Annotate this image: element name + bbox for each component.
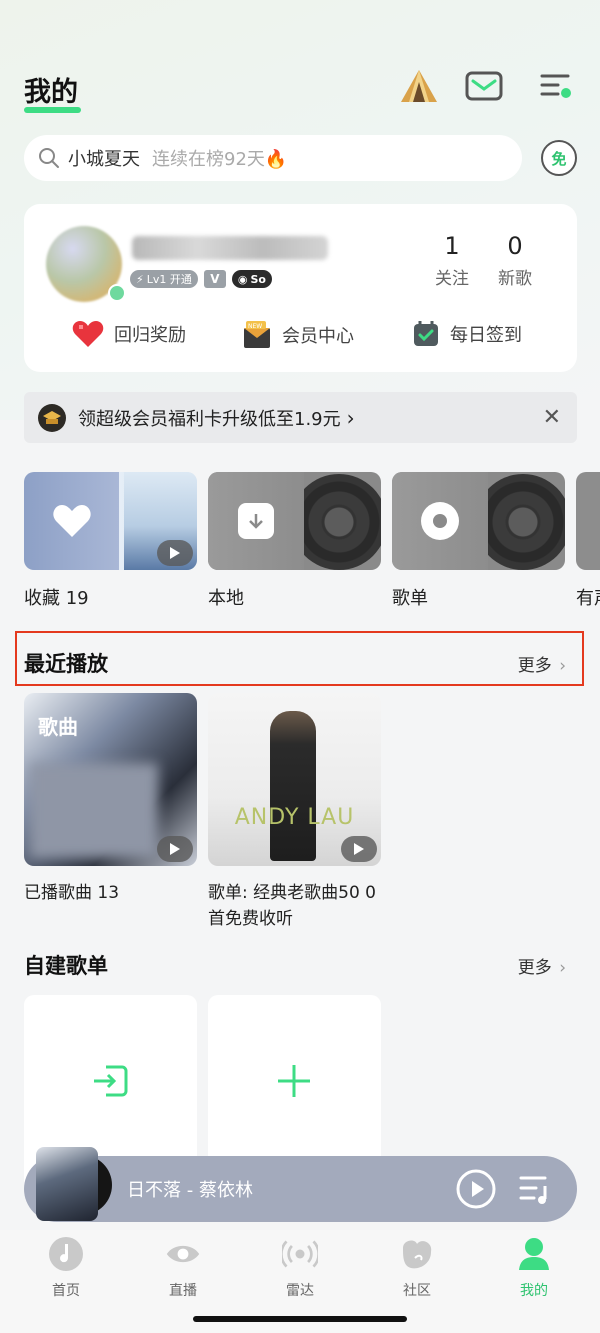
nav-mine-label: 我的 (520, 1283, 548, 1299)
lightning-icon: ⚡ (136, 272, 144, 286)
nav-community-label: 社区 (403, 1283, 431, 1299)
vip-envelope-icon: NEW (244, 321, 270, 348)
played-songs-label: 已播歌曲 13 (24, 883, 120, 903)
recent-more-label: 更多 (517, 656, 552, 676)
download-icon (238, 503, 274, 539)
blurred-cover-region (30, 763, 158, 858)
vinyl-decoration (291, 474, 381, 570)
follow-stat[interactable]: 1 关注 (422, 232, 482, 289)
playlist-queue-icon[interactable] (518, 1172, 552, 1206)
search-query: 小城夏天 (68, 149, 140, 170)
so-badge[interactable]: ◉ So (231, 270, 272, 288)
profile-card: ⚡ Lv1 开通 V ◉ So 1 关注 0 新歌 回归奖励 NEW 会员中心 (24, 204, 577, 372)
close-icon[interactable]: ✕ (543, 405, 561, 430)
vip-card-icon (38, 403, 66, 432)
level-badge[interactable]: ⚡ Lv1 开通 (130, 270, 198, 288)
chevron-right-icon: › (559, 958, 566, 978)
tent-icon[interactable] (399, 66, 439, 106)
new-songs-count: 0 (507, 232, 523, 260)
music-note-icon (48, 1236, 84, 1272)
return-reward-button[interactable]: 回归奖励 (72, 320, 186, 348)
search-icon (39, 148, 59, 168)
follow-count: 1 (444, 232, 460, 260)
favorites-label: 收藏 19 (24, 588, 89, 609)
community-icon (399, 1236, 435, 1272)
now-playing-cover[interactable] (36, 1147, 98, 1221)
home-indicator[interactable] (193, 1316, 407, 1322)
vip-center-label: 会员中心 (282, 326, 354, 347)
play-icon[interactable] (341, 836, 377, 862)
local-label: 本地 (208, 588, 244, 609)
nav-live[interactable]: 直播 (143, 1236, 223, 1300)
daily-checkin-label: 每日签到 (450, 325, 522, 346)
page-title: 我的 (24, 77, 78, 108)
promo-text: 领超级会员福利卡升级低至1.9元 (78, 408, 341, 430)
recent-title: 最近播放 (24, 652, 108, 676)
username-blurred[interactable] (132, 236, 328, 260)
custom-playlists-more-button[interactable]: 更多 › (518, 953, 566, 978)
return-reward-label: 回归奖励 (114, 325, 186, 346)
mail-icon[interactable] (464, 66, 504, 106)
chevron-right-icon: › (559, 656, 566, 676)
local-tile[interactable] (208, 472, 381, 570)
classic-playlist-card[interactable]: ANDY LAU (208, 693, 381, 866)
custom-playlists-more-label: 更多 (517, 958, 552, 978)
profile-icon (516, 1236, 552, 1272)
recent-more-button[interactable]: 更多 › (518, 651, 566, 676)
search-hint: 连续在榜92天🔥 (152, 149, 288, 170)
disc-icon (421, 502, 459, 540)
audio-label: 有声 (576, 588, 600, 609)
plus-icon (278, 1065, 310, 1097)
play-icon[interactable] (157, 540, 193, 566)
favorites-tile[interactable] (24, 472, 197, 570)
svg-text:NEW: NEW (248, 323, 262, 330)
follow-label: 关注 (435, 269, 469, 289)
search-bar[interactable]: 小城夏天 连续在榜92天🔥 (24, 135, 522, 181)
played-songs-card[interactable]: 歌曲 (24, 693, 197, 866)
play-pause-icon[interactable] (455, 1168, 497, 1210)
played-songs-overlay: 歌曲 (38, 715, 78, 739)
playlist-label: 歌单 (392, 588, 428, 609)
vip-promo-banner[interactable]: 领超级会员福利卡升级低至1.9元 › ✕ (24, 392, 577, 443)
audio-tile[interactable] (576, 472, 600, 570)
nav-live-label: 直播 (169, 1283, 197, 1299)
nav-home-label: 首页 (52, 1283, 80, 1299)
vinyl-decoration (475, 474, 565, 570)
playlist-tile[interactable] (392, 472, 565, 570)
nav-radar[interactable]: 雷达 (260, 1236, 340, 1300)
play-icon[interactable] (157, 836, 193, 862)
classic-playlist-label: 歌单: 经典老歌曲50 0首免费收听 (208, 883, 376, 929)
heart-icon (53, 505, 91, 537)
new-songs-stat[interactable]: 0 新歌 (485, 232, 545, 289)
radar-icon (282, 1236, 318, 1272)
v-badge[interactable]: V (203, 270, 226, 288)
now-playing-title: 日不落 - 蔡依林 (127, 1180, 253, 1201)
custom-playlists-title: 自建歌单 (24, 954, 108, 978)
pixel-heart-icon (72, 321, 104, 347)
daily-checkin-button[interactable]: 每日签到 (412, 320, 522, 348)
eye-icon (165, 1236, 201, 1272)
calendar-check-icon (414, 321, 438, 346)
badge-row: ⚡ Lv1 开通 V ◉ So (130, 270, 272, 288)
free-mode-button[interactable]: 免 (541, 140, 577, 176)
menu-settings-icon[interactable] (536, 66, 576, 106)
eye-icon: ◉ (237, 272, 248, 286)
classic-playlist-overlay: ANDY LAU (234, 805, 355, 830)
so-badge-label: So (250, 272, 266, 286)
title-underline (24, 107, 81, 113)
import-icon (94, 1065, 128, 1097)
singer-figure (270, 711, 316, 861)
chevron-right-icon: › (346, 405, 355, 430)
nav-mine[interactable]: 我的 (494, 1236, 574, 1300)
new-songs-label: 新歌 (498, 269, 532, 289)
avatar-status-dot (108, 284, 126, 302)
vip-center-button[interactable]: NEW 会员中心 (242, 320, 354, 350)
nav-radar-label: 雷达 (286, 1283, 314, 1299)
nav-home[interactable]: 首页 (26, 1236, 106, 1300)
level-badge-label: Lv1 开通 (146, 273, 192, 286)
nav-community[interactable]: 社区 (377, 1236, 457, 1300)
